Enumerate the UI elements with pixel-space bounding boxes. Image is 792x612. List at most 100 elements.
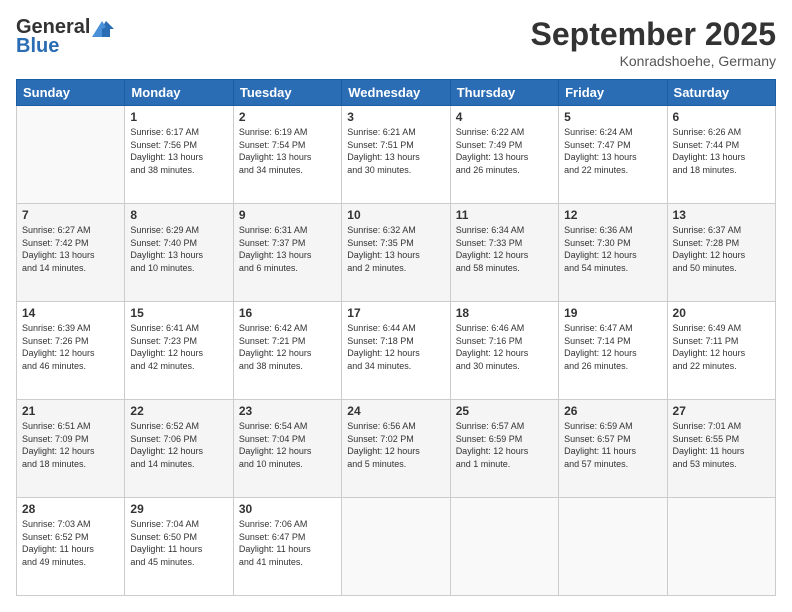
- calendar-cell: 20 Sunrise: 6:49 AM Sunset: 7:11 PM Dayli…: [667, 302, 775, 400]
- day-info: Sunrise: 6:51 AM Sunset: 7:09 PM Dayligh…: [22, 420, 119, 470]
- day-number: 18: [456, 306, 553, 320]
- day-info: Sunrise: 6:29 AM Sunset: 7:40 PM Dayligh…: [130, 224, 227, 274]
- header-tuesday: Tuesday: [233, 80, 341, 106]
- calendar-cell: 30Sunrise: 7:06 AM Sunset: 6:47 PM Dayli…: [233, 498, 341, 596]
- day-number: 28: [22, 502, 119, 516]
- day-info: Sunrise: 6:44 AM Sunset: 7:18 PM Dayligh…: [347, 322, 444, 372]
- calendar-week-row: 28Sunrise: 7:03 AM Sunset: 6:52 PM Dayli…: [17, 498, 776, 596]
- day-number: 22: [130, 404, 227, 418]
- header: General Blue September 2025 Konradshoehe…: [16, 16, 776, 69]
- calendar-cell: [17, 106, 125, 204]
- day-info: Sunrise: 6:32 AM Sunset: 7:35 PM Dayligh…: [347, 224, 444, 274]
- day-info: Sunrise: 6:34 AM Sunset: 7:33 PM Dayligh…: [456, 224, 553, 274]
- logo: General Blue: [16, 16, 114, 58]
- day-info: Sunrise: 6:22 AM Sunset: 7:49 PM Dayligh…: [456, 126, 553, 176]
- day-info: Sunrise: 6:56 AM Sunset: 7:02 PM Dayligh…: [347, 420, 444, 470]
- day-info: Sunrise: 6:57 AM Sunset: 6:59 PM Dayligh…: [456, 420, 553, 470]
- day-number: 10: [347, 208, 444, 222]
- month-title: September 2025: [531, 16, 776, 53]
- calendar-cell: 27 Sunrise: 7:01 AM Sunset: 6:55 PM Dayli…: [667, 400, 775, 498]
- calendar-cell: 4 Sunrise: 6:22 AM Sunset: 7:49 PM Daylig…: [450, 106, 558, 204]
- calendar-cell: 16 Sunrise: 6:42 AM Sunset: 7:21 PM Dayli…: [233, 302, 341, 400]
- calendar-cell: [559, 498, 667, 596]
- day-number: 13: [673, 208, 770, 222]
- day-number: 26: [564, 404, 661, 418]
- day-number: 1: [130, 110, 227, 124]
- day-number: 15: [130, 306, 227, 320]
- calendar-week-row: 1 Sunrise: 6:17 AM Sunset: 7:56 PM Daylig…: [17, 106, 776, 204]
- day-number: 4: [456, 110, 553, 124]
- day-info: Sunrise: 6:17 AM Sunset: 7:56 PM Dayligh…: [130, 126, 227, 176]
- day-number: 2: [239, 110, 336, 124]
- day-info: Sunrise: 7:01 AM Sunset: 6:55 PM Dayligh…: [673, 420, 770, 470]
- day-info: Sunrise: 6:27 AM Sunset: 7:42 PM Dayligh…: [22, 224, 119, 274]
- calendar-week-row: 7 Sunrise: 6:27 AM Sunset: 7:42 PM Daylig…: [17, 204, 776, 302]
- day-number: 9: [239, 208, 336, 222]
- day-info: Sunrise: 6:24 AM Sunset: 7:47 PM Dayligh…: [564, 126, 661, 176]
- header-friday: Friday: [559, 80, 667, 106]
- day-number: 14: [22, 306, 119, 320]
- day-number: 20: [673, 306, 770, 320]
- header-sunday: Sunday: [17, 80, 125, 106]
- day-info: Sunrise: 6:46 AM Sunset: 7:16 PM Dayligh…: [456, 322, 553, 372]
- calendar-cell: 6Sunrise: 6:26 AM Sunset: 7:44 PM Daylig…: [667, 106, 775, 204]
- day-number: 6: [673, 110, 770, 124]
- day-info: Sunrise: 6:49 AM Sunset: 7:11 PM Dayligh…: [673, 322, 770, 372]
- header-monday: Monday: [125, 80, 233, 106]
- day-info: Sunrise: 6:36 AM Sunset: 7:30 PM Dayligh…: [564, 224, 661, 274]
- calendar-cell: 7 Sunrise: 6:27 AM Sunset: 7:42 PM Daylig…: [17, 204, 125, 302]
- calendar-cell: 22 Sunrise: 6:52 AM Sunset: 7:06 PM Dayli…: [125, 400, 233, 498]
- calendar-cell: 14Sunrise: 6:39 AM Sunset: 7:26 PM Dayli…: [17, 302, 125, 400]
- calendar-table: Sunday Monday Tuesday Wednesday Thursday…: [16, 79, 776, 596]
- calendar-cell: [342, 498, 450, 596]
- header-wednesday: Wednesday: [342, 80, 450, 106]
- calendar-cell: 9Sunrise: 6:31 AM Sunset: 7:37 PM Daylig…: [233, 204, 341, 302]
- calendar-cell: 8 Sunrise: 6:29 AM Sunset: 7:40 PM Daylig…: [125, 204, 233, 302]
- day-number: 11: [456, 208, 553, 222]
- day-info: Sunrise: 7:04 AM Sunset: 6:50 PM Dayligh…: [130, 518, 227, 568]
- calendar-cell: 12Sunrise: 6:36 AM Sunset: 7:30 PM Dayli…: [559, 204, 667, 302]
- calendar-cell: 2 Sunrise: 6:19 AM Sunset: 7:54 PM Daylig…: [233, 106, 341, 204]
- location: Konradshoehe, Germany: [531, 53, 776, 69]
- day-number: 29: [130, 502, 227, 516]
- day-info: Sunrise: 6:59 AM Sunset: 6:57 PM Dayligh…: [564, 420, 661, 470]
- logo-blue: Blue: [16, 35, 59, 58]
- day-info: Sunrise: 6:41 AM Sunset: 7:23 PM Dayligh…: [130, 322, 227, 372]
- day-info: Sunrise: 6:52 AM Sunset: 7:06 PM Dayligh…: [130, 420, 227, 470]
- day-number: 17: [347, 306, 444, 320]
- day-number: 21: [22, 404, 119, 418]
- day-number: 8: [130, 208, 227, 222]
- calendar-cell: 28Sunrise: 7:03 AM Sunset: 6:52 PM Dayli…: [17, 498, 125, 596]
- calendar-cell: 1 Sunrise: 6:17 AM Sunset: 7:56 PM Daylig…: [125, 106, 233, 204]
- calendar-cell: 13Sunrise: 6:37 AM Sunset: 7:28 PM Dayli…: [667, 204, 775, 302]
- day-number: 16: [239, 306, 336, 320]
- day-info: Sunrise: 6:19 AM Sunset: 7:54 PM Dayligh…: [239, 126, 336, 176]
- day-number: 27: [673, 404, 770, 418]
- logo-icon: [92, 19, 114, 37]
- calendar-cell: 15 Sunrise: 6:41 AM Sunset: 7:23 PM Dayli…: [125, 302, 233, 400]
- calendar-cell: 5 Sunrise: 6:24 AM Sunset: 7:47 PM Daylig…: [559, 106, 667, 204]
- calendar-cell: 23Sunrise: 6:54 AM Sunset: 7:04 PM Dayli…: [233, 400, 341, 498]
- day-info: Sunrise: 6:42 AM Sunset: 7:21 PM Dayligh…: [239, 322, 336, 372]
- header-thursday: Thursday: [450, 80, 558, 106]
- day-number: 5: [564, 110, 661, 124]
- title-block: September 2025 Konradshoehe, Germany: [531, 16, 776, 69]
- calendar-cell: [667, 498, 775, 596]
- day-info: Sunrise: 6:21 AM Sunset: 7:51 PM Dayligh…: [347, 126, 444, 176]
- day-number: 3: [347, 110, 444, 124]
- calendar-cell: 29 Sunrise: 7:04 AM Sunset: 6:50 PM Dayli…: [125, 498, 233, 596]
- calendar-cell: 17 Sunrise: 6:44 AM Sunset: 7:18 PM Dayli…: [342, 302, 450, 400]
- day-info: Sunrise: 6:54 AM Sunset: 7:04 PM Dayligh…: [239, 420, 336, 470]
- calendar-cell: 25 Sunrise: 6:57 AM Sunset: 6:59 PM Dayli…: [450, 400, 558, 498]
- calendar-cell: 10 Sunrise: 6:32 AM Sunset: 7:35 PM Dayli…: [342, 204, 450, 302]
- calendar-week-row: 14Sunrise: 6:39 AM Sunset: 7:26 PM Dayli…: [17, 302, 776, 400]
- calendar-cell: 3 Sunrise: 6:21 AM Sunset: 7:51 PM Daylig…: [342, 106, 450, 204]
- day-number: 24: [347, 404, 444, 418]
- weekday-header-row: Sunday Monday Tuesday Wednesday Thursday…: [17, 80, 776, 106]
- calendar-cell: 24 Sunrise: 6:56 AM Sunset: 7:02 PM Dayli…: [342, 400, 450, 498]
- calendar-cell: 18 Sunrise: 6:46 AM Sunset: 7:16 PM Dayli…: [450, 302, 558, 400]
- calendar-cell: 11 Sunrise: 6:34 AM Sunset: 7:33 PM Dayli…: [450, 204, 558, 302]
- day-number: 25: [456, 404, 553, 418]
- day-number: 7: [22, 208, 119, 222]
- calendar-cell: 21 Sunrise: 6:51 AM Sunset: 7:09 PM Dayli…: [17, 400, 125, 498]
